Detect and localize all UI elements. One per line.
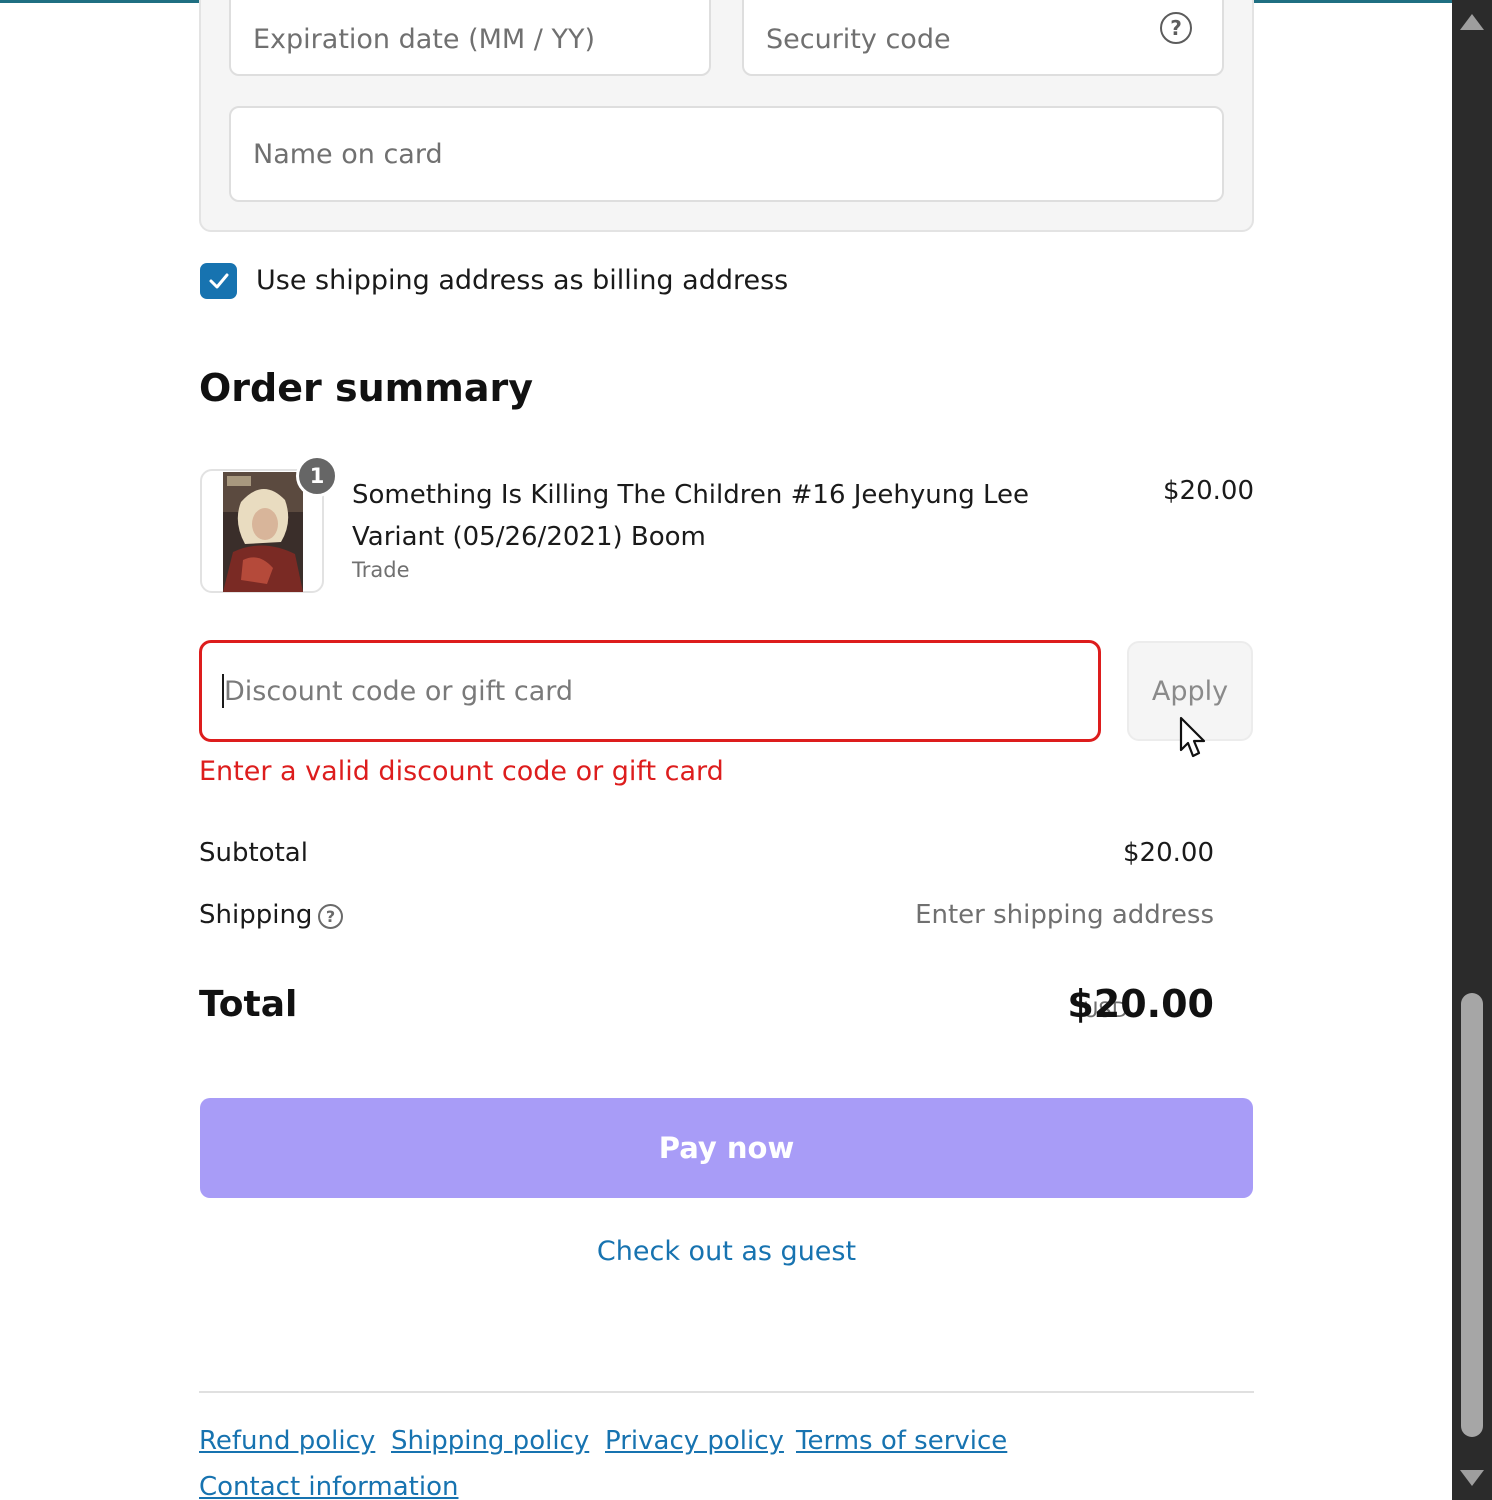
- mouse-pointer-icon: [1179, 716, 1206, 758]
- discount-code-input[interactable]: [199, 640, 1101, 742]
- checkout-page: Expiration date (MM / YY) Security code …: [0, 0, 1452, 1500]
- product-cover-image: [223, 472, 303, 592]
- name-on-card-placeholder: Name on card: [253, 138, 443, 170]
- footer-divider: [199, 1391, 1254, 1393]
- contact-information-link[interactable]: Contact information: [199, 1472, 458, 1500]
- name-on-card-field[interactable]: Name on card: [229, 106, 1224, 202]
- shipping-value: Enter shipping address: [915, 900, 1214, 930]
- expiration-date-field[interactable]: Expiration date (MM / YY): [229, 0, 711, 76]
- security-code-help-icon[interactable]: ?: [1160, 12, 1192, 44]
- checkmark-icon: [209, 273, 228, 289]
- scroll-down-arrow-icon[interactable]: [1460, 1470, 1484, 1486]
- text-caret: [222, 674, 224, 708]
- shipping-label: Shipping: [199, 900, 313, 930]
- help-glyph: ?: [1170, 16, 1182, 40]
- security-code-placeholder: Security code: [766, 23, 951, 55]
- privacy-policy-link[interactable]: Privacy policy: [605, 1426, 784, 1456]
- discount-error-message: Enter a valid discount code or gift card: [199, 756, 724, 787]
- refund-policy-link[interactable]: Refund policy: [199, 1426, 375, 1456]
- subtotal-value: $20.00: [1123, 838, 1214, 868]
- shipping-policy-link[interactable]: Shipping policy: [391, 1426, 589, 1456]
- total-label: Total: [199, 984, 298, 1025]
- pay-now-button[interactable]: Pay now: [200, 1098, 1253, 1198]
- product-title: Something Is Killing The Children #16 Je…: [352, 480, 1030, 552]
- security-code-field[interactable]: Security code: [742, 0, 1224, 76]
- shipping-help-icon[interactable]: ?: [318, 904, 343, 929]
- scroll-up-arrow-icon[interactable]: [1460, 14, 1484, 30]
- product-variant: Trade: [352, 558, 410, 582]
- billing-address-checkbox[interactable]: [200, 263, 237, 299]
- vertical-scrollbar[interactable]: [1452, 0, 1492, 1500]
- total-value: $20.00: [1067, 982, 1214, 1026]
- help-glyph: ?: [325, 907, 336, 926]
- order-summary-title: Order summary: [199, 366, 534, 410]
- quantity-badge: 1: [296, 455, 338, 497]
- terms-of-service-link[interactable]: Terms of service: [796, 1426, 1007, 1456]
- checkout-as-guest-link[interactable]: Check out as guest: [200, 1236, 1253, 1267]
- product-price: $20.00: [1163, 476, 1254, 506]
- scrollbar-thumb[interactable]: [1461, 993, 1483, 1437]
- expiration-date-placeholder: Expiration date (MM / YY): [253, 23, 595, 55]
- billing-address-checkbox-label[interactable]: Use shipping address as billing address: [256, 265, 788, 296]
- subtotal-label: Subtotal: [199, 838, 308, 868]
